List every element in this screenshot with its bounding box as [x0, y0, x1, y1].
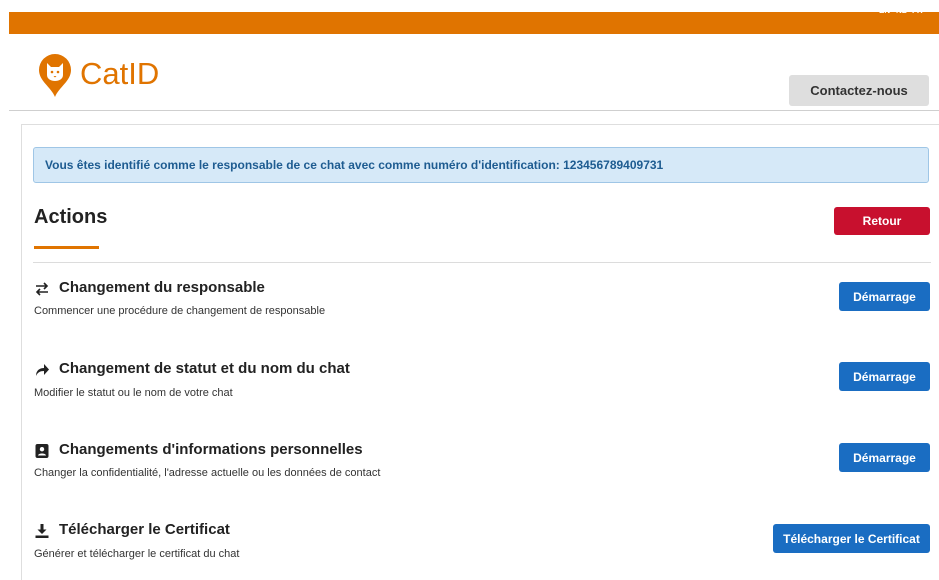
top-bar [9, 12, 939, 34]
change-status-start-button[interactable]: Démarrage [839, 362, 930, 391]
lang-nl-link[interactable]: NL [896, 6, 907, 15]
contact-button[interactable]: Contactez-nous [789, 75, 929, 106]
certificate-title: Télécharger le Certificat [59, 521, 230, 538]
personal-info-description: Changer la confidentialité, l'adresse ac… [34, 467, 381, 479]
actions-divider [33, 262, 931, 263]
header-divider [9, 110, 939, 111]
change-owner-title: Changement du responsable [59, 279, 265, 296]
personal-info-title: Changements d'informations personnelles [59, 441, 363, 458]
download-certificate-button[interactable]: Télécharger le Certificat [773, 524, 930, 553]
change-owner-description: Commencer une procédure de changement de… [34, 305, 326, 317]
cat-pin-logo-icon[interactable] [37, 54, 73, 98]
identification-message: Vous êtes identifié comme le responsable… [45, 158, 664, 172]
back-button[interactable]: Retour [834, 207, 930, 235]
change-owner-start-button[interactable]: Démarrage [839, 282, 930, 311]
contact-card-icon [35, 444, 49, 458]
brand-name[interactable]: CatID [80, 56, 159, 92]
content-panel [21, 124, 939, 580]
swap-arrows-icon [35, 282, 49, 296]
actions-heading: Actions [34, 206, 108, 228]
change-status-description: Modifier le statut ou le nom de votre ch… [34, 387, 233, 399]
actions-heading-underline [34, 246, 99, 249]
identification-alert: Vous êtes identifié comme le responsable… [33, 147, 929, 183]
lang-fr-link[interactable]: FR [912, 6, 923, 15]
certificate-description: Générer et télécharger le certificat du … [34, 548, 240, 560]
change-status-title: Changement de statut et du nom du chat [59, 360, 350, 377]
personal-info-start-button[interactable]: Démarrage [839, 443, 930, 472]
lang-en-link[interactable]: EN [879, 6, 890, 15]
share-arrow-icon [36, 364, 49, 376]
download-icon [35, 524, 49, 538]
